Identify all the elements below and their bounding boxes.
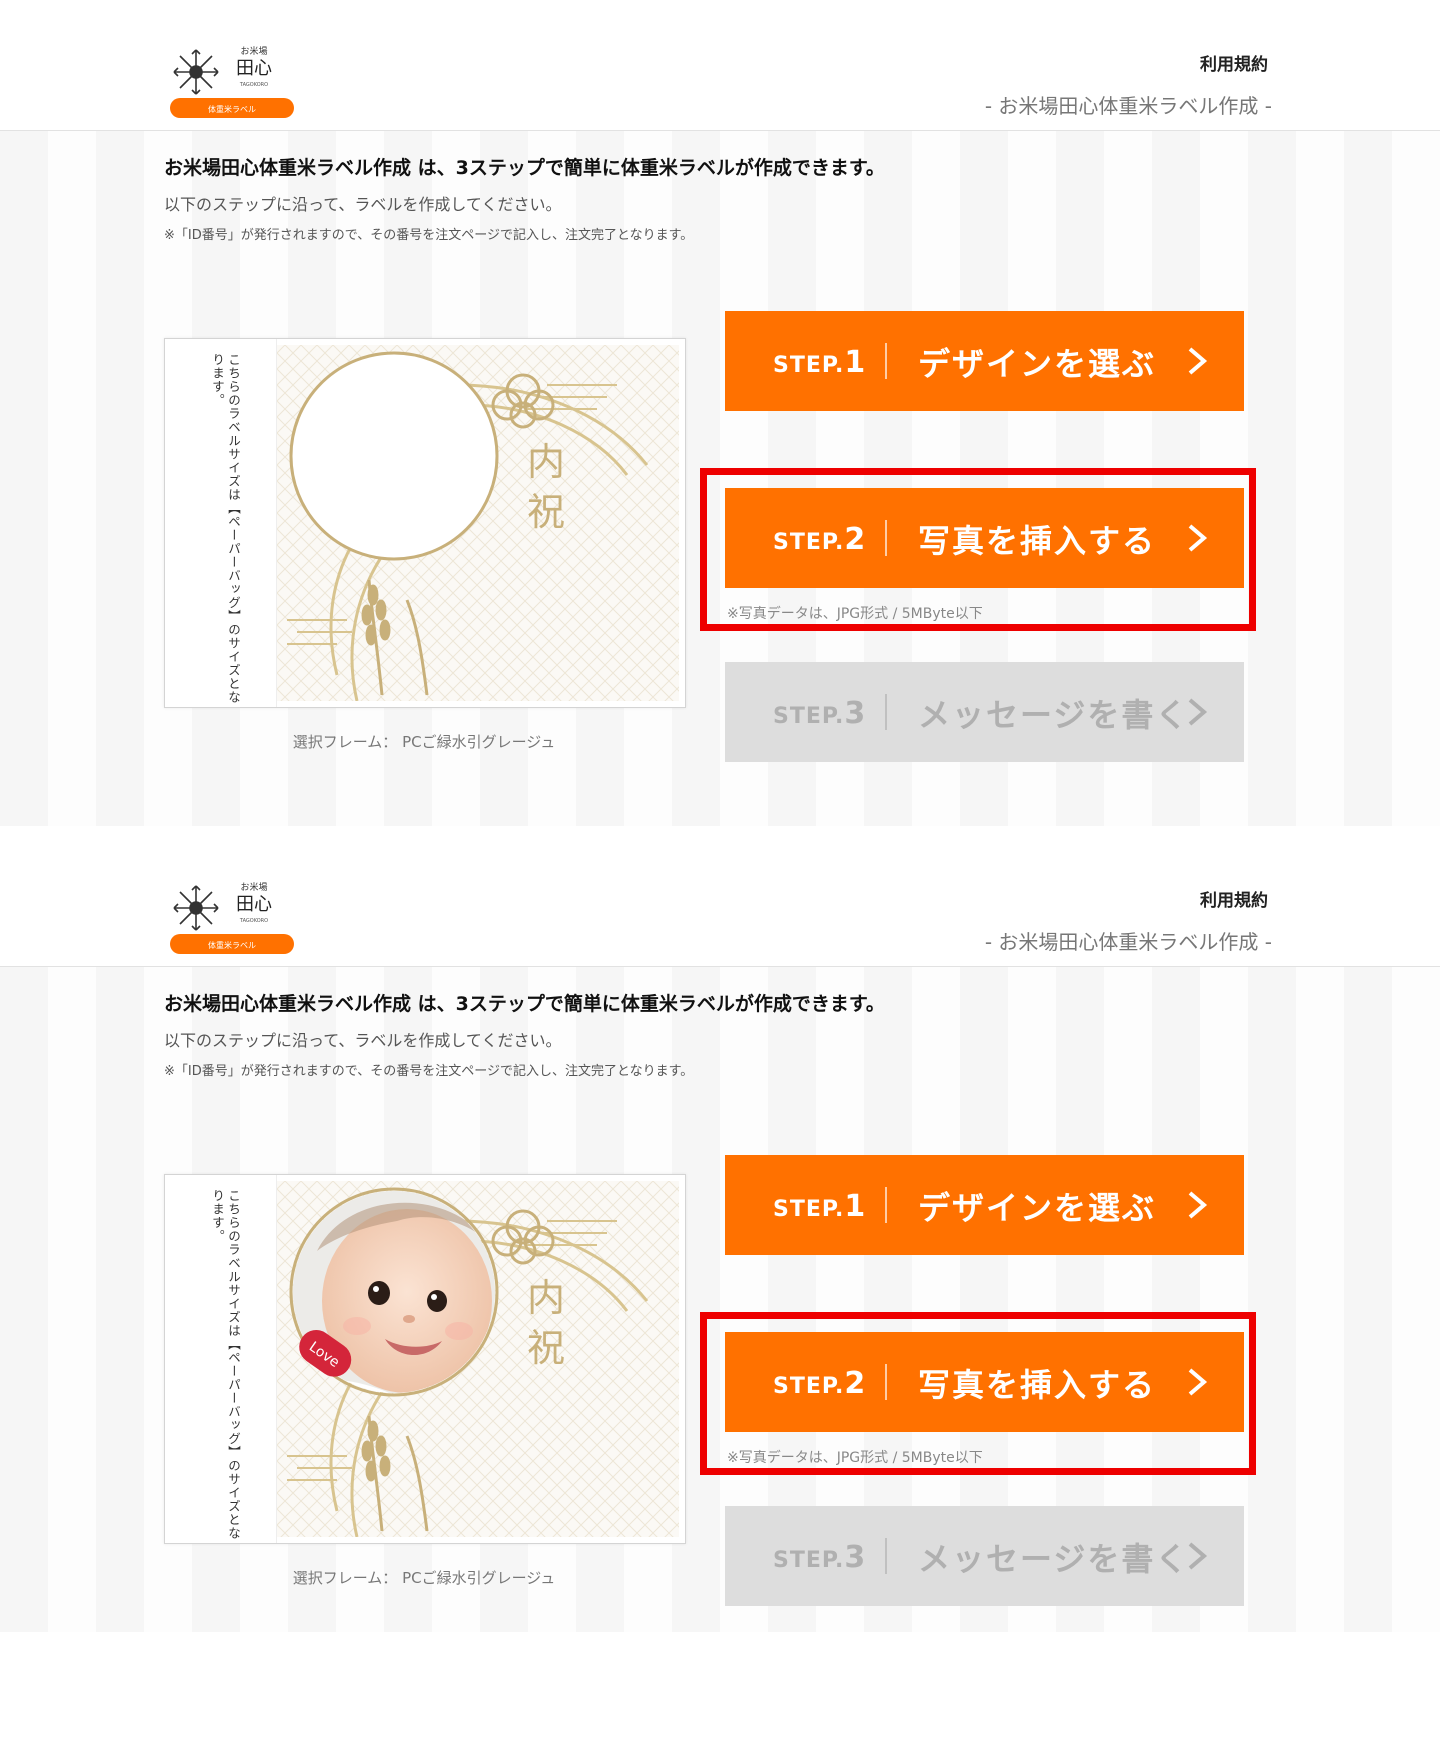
- chevron-right-icon: [1188, 1542, 1208, 1570]
- step2-highlight-box: [700, 1312, 1256, 1475]
- label-char-2: 祝: [527, 1326, 565, 1370]
- page-subtitle: - お米場田心体重米ラベル作成 -: [984, 930, 1272, 954]
- page-subtitle: - お米場田心体重米ラベル作成 -: [984, 94, 1272, 118]
- frame-caption: 選択フレーム： PCご緑水引グレージュ: [292, 1569, 556, 1587]
- step-divider: [885, 343, 887, 379]
- intro-note: ※「ID番号」が発行されますので、その番号を注文ページで記入し、注文完了となりま…: [164, 228, 694, 243]
- intro-lead: お米場田心体重米ラベル作成 は、3ステップで簡単に体重米ラベルが作成できます。: [164, 157, 885, 179]
- label-design-art: 内 祝: [277, 345, 679, 701]
- logo-small-text: お米場: [240, 881, 267, 893]
- logo-badge-text: 体重米ラベル: [208, 104, 256, 114]
- step-divider: [885, 694, 887, 730]
- step1-button[interactable]: STEP.1 デザインを選ぶ: [725, 1155, 1244, 1255]
- step-prefix: STEP.: [773, 353, 845, 378]
- step-prefix: STEP.: [773, 704, 845, 729]
- screenshot-panel-after: お米場 田心 TAGOKORO 体重米ラベル 利用規約 - お米場田心体重米ラベ…: [0, 836, 1440, 1632]
- intro-note: ※「ID番号」が発行されますので、その番号を注文ページで記入し、注文完了となりま…: [164, 1064, 694, 1079]
- label-char-1: 内: [527, 1276, 565, 1320]
- label-preview: こちらのラベルサイズは【ペーパーバッグ】のサイズとなります。 内 祝: [164, 338, 686, 708]
- snowflake-crest-icon: [173, 885, 219, 931]
- step-divider: [885, 1187, 887, 1223]
- label-size-vertical-text: こちらのラベルサイズは【ペーパーバッグ】のサイズとなります。: [210, 1189, 241, 1540]
- terms-link[interactable]: 利用規約: [1200, 886, 1268, 911]
- main-content: お米場田心体重米ラベル作成 は、3ステップで簡単に体重米ラベルが作成できます。 …: [0, 967, 1440, 1632]
- step3-label: メッセージを書く: [918, 696, 1190, 734]
- frame-caption: 選択フレーム： PCご緑水引グレージュ: [292, 733, 556, 751]
- logo-main-text: 田心: [236, 58, 272, 79]
- label-char-1: 内: [527, 440, 565, 484]
- step3-label: メッセージを書く: [918, 1540, 1190, 1578]
- step-number: 3: [844, 696, 867, 731]
- chevron-right-icon: [1188, 698, 1208, 726]
- step-divider: [885, 1538, 887, 1574]
- logo-small-text: お米場: [240, 45, 267, 57]
- screenshot-panel-before: お米場 田心 TAGOKORO 体重米ラベル 利用規約 - お米場田心体重米ラベ…: [0, 0, 1440, 826]
- site-logo[interactable]: お米場 田心 TAGOKORO 体重米ラベル: [168, 878, 298, 958]
- logo-badge-text: 体重米ラベル: [208, 940, 256, 950]
- label-design-art: Love 内 祝: [277, 1181, 679, 1537]
- step-number: 3: [844, 1540, 867, 1575]
- logo-main-text: 田心: [236, 894, 272, 915]
- chevron-right-icon: [1188, 347, 1208, 375]
- label-char-2: 祝: [527, 490, 565, 534]
- chevron-right-icon: [1188, 1191, 1208, 1219]
- main-content: お米場田心体重米ラベル作成 は、3ステップで簡単に体重米ラベルが作成できます。 …: [0, 131, 1440, 826]
- intro-lead: お米場田心体重米ラベル作成 は、3ステップで簡単に体重米ラベルが作成できます。: [164, 993, 885, 1015]
- intro-instruction: 以下のステップに沿って、ラベルを作成してください。: [164, 195, 562, 214]
- site-logo[interactable]: お米場 田心 TAGOKORO 体重米ラベル: [168, 42, 298, 122]
- step3-button[interactable]: STEP.3 メッセージを書く: [725, 662, 1244, 762]
- step-number: 1: [844, 1189, 867, 1224]
- site-header: お米場 田心 TAGOKORO 体重米ラベル 利用規約 - お米場田心体重米ラベ…: [0, 836, 1440, 967]
- step3-button[interactable]: STEP.3 メッセージを書く: [725, 1506, 1244, 1606]
- label-size-vertical-text: こちらのラベルサイズは【ペーパーバッグ】のサイズとなります。: [210, 353, 241, 704]
- step1-label: デザインを選ぶ: [918, 1189, 1157, 1227]
- snowflake-crest-icon: [173, 49, 219, 95]
- step2-highlight-box: [700, 468, 1256, 631]
- step-number: 1: [844, 345, 867, 380]
- logo-roman-text: TAGOKORO: [239, 918, 268, 924]
- site-header: お米場 田心 TAGOKORO 体重米ラベル 利用規約 - お米場田心体重米ラベ…: [0, 0, 1440, 131]
- step1-label: デザインを選ぶ: [918, 345, 1157, 383]
- logo-roman-text: TAGOKORO: [239, 82, 268, 88]
- step-prefix: STEP.: [773, 1197, 845, 1222]
- terms-link[interactable]: 利用規約: [1200, 50, 1268, 75]
- step1-button[interactable]: STEP.1 デザインを選ぶ: [725, 311, 1244, 411]
- intro-instruction: 以下のステップに沿って、ラベルを作成してください。: [164, 1031, 562, 1050]
- label-preview: こちらのラベルサイズは【ペーパーバッグ】のサイズとなります。 Love 内 祝: [164, 1174, 686, 1544]
- step-prefix: STEP.: [773, 1548, 845, 1573]
